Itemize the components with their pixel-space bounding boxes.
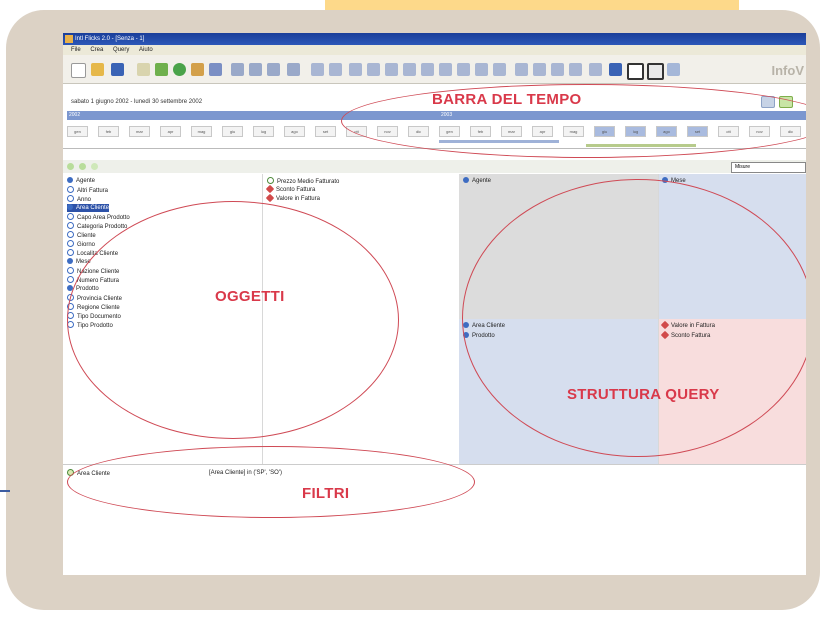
paste-icon[interactable] [385,63,398,76]
object-item[interactable]: Cliente [67,231,96,240]
dimension-outline-icon [67,231,74,238]
clear-icon[interactable] [91,163,98,170]
dimension-outline-icon [67,222,74,229]
timeline-icon[interactable] [533,63,546,76]
window-icon[interactable] [627,63,644,80]
help-icon[interactable] [667,63,680,76]
object-item[interactable]: Giorno [67,240,95,249]
copy-icon[interactable] [367,63,380,76]
month-cell[interactable]: feb [98,126,119,137]
month-cell[interactable]: mag [191,126,212,137]
menu-query[interactable]: Query [113,45,129,55]
dimension-outline-icon [67,267,74,274]
edit-icon[interactable] [137,63,150,76]
report-icon[interactable] [311,63,324,76]
label-struttura-query: STRUTTURA QUERY [567,386,720,403]
query-icon[interactable] [609,63,622,76]
new-document-icon[interactable] [71,63,86,78]
month-cell[interactable]: set [315,126,336,137]
month-cell[interactable]: mar [129,126,150,137]
month-cell[interactable]: gen [67,126,88,137]
annotation-ellipse-query [462,179,806,457]
annotation-ellipse-filters [67,446,475,518]
annotation-ellipse-objects [67,201,399,439]
app-window: Intl Flicks 2.0 - [Senza - 1] File Crea … [63,33,806,575]
remove-icon[interactable] [79,163,86,170]
app-icon [65,35,73,43]
object-item[interactable]: Sconto Fattura [265,184,315,194]
object-item[interactable]: Valore in Fattura [265,193,320,203]
format-icon[interactable] [475,63,488,76]
period-text: sabato 1 giugno 2002 - lunedì 30 settemb… [71,99,203,105]
brand-logo: InfoV [771,63,805,78]
object-item[interactable]: Prezzo Medio Fatturato [267,177,339,186]
open-folder-icon[interactable] [91,63,104,76]
dimension-filled-icon [67,204,73,210]
label-filtri: FILTRI [302,485,350,502]
save-icon[interactable] [111,63,124,76]
page-margin-rule [0,490,10,492]
object-item[interactable]: Anno [67,195,91,204]
add-icon[interactable] [67,163,74,170]
grid-icon[interactable] [231,63,244,76]
chart-icon[interactable] [209,63,222,76]
filter-icon[interactable] [191,63,204,76]
month-cell[interactable]: lug [253,126,274,137]
dimension-filled-icon [67,177,73,183]
object-item[interactable]: Altri Fattura [67,186,108,195]
dimension-outline-icon [67,276,74,283]
measure-filled-icon [265,193,275,203]
month-cell[interactable]: giu [222,126,243,137]
label-barra-del-tempo: BARRA DEL TEMPO [432,91,582,108]
objects-toolbar [63,160,806,173]
menu-aiuto[interactable]: Aiuto [139,45,153,55]
main-toolbar: InfoV [63,55,806,84]
settings-icon[interactable] [589,63,602,76]
sort-icon[interactable] [403,63,416,76]
label-oggetti: OGGETTI [215,288,285,305]
menu-file[interactable]: File [71,45,81,55]
measure-filled-icon [265,184,275,194]
layout-icon[interactable] [267,63,280,76]
month-cell[interactable]: ago [284,126,305,137]
menu-crea[interactable]: Crea [90,45,103,55]
dimension-outline-icon [67,240,74,247]
measure-outline-icon [267,177,274,184]
object-item[interactable]: Area Cliente [67,204,110,212]
object-item[interactable]: Capo Area Prodotto [67,213,130,222]
measures-dropdown[interactable]: Misure [731,162,806,173]
dimension-icon[interactable] [551,63,564,76]
swap-icon[interactable] [421,63,434,76]
calendar-icon[interactable] [515,63,528,76]
measure-icon[interactable] [569,63,582,76]
drill-icon[interactable] [439,63,452,76]
object-item[interactable]: Categoria Prodotto [67,222,127,231]
window-titlebar: Intl Flicks 2.0 - [Senza - 1] [63,33,806,45]
zoom-icon[interactable] [457,63,470,76]
print-icon[interactable] [349,63,362,76]
close-window-icon[interactable] [647,63,664,80]
dimension-outline-icon [67,213,74,220]
object-item[interactable]: Agente [67,177,95,185]
dimension-filled-icon [67,258,73,264]
menu-bar: File Crea Query Aiuto [63,45,806,55]
dimension-outline-icon [67,186,74,193]
dimension-filled-icon [463,177,469,183]
dimension-outline-icon [67,195,74,202]
rows-item-agente[interactable]: Agente [463,177,491,185]
table-icon[interactable] [287,63,300,76]
month-cell[interactable]: apr [160,126,181,137]
options-icon[interactable] [493,63,506,76]
export-icon[interactable] [329,63,342,76]
pivot-icon[interactable] [249,63,262,76]
refresh-icon[interactable] [173,63,186,76]
window-title: Intl Flicks 2.0 - [Senza - 1] [75,36,145,42]
dimension-outline-icon [67,249,74,256]
run-query-icon[interactable] [155,63,168,76]
